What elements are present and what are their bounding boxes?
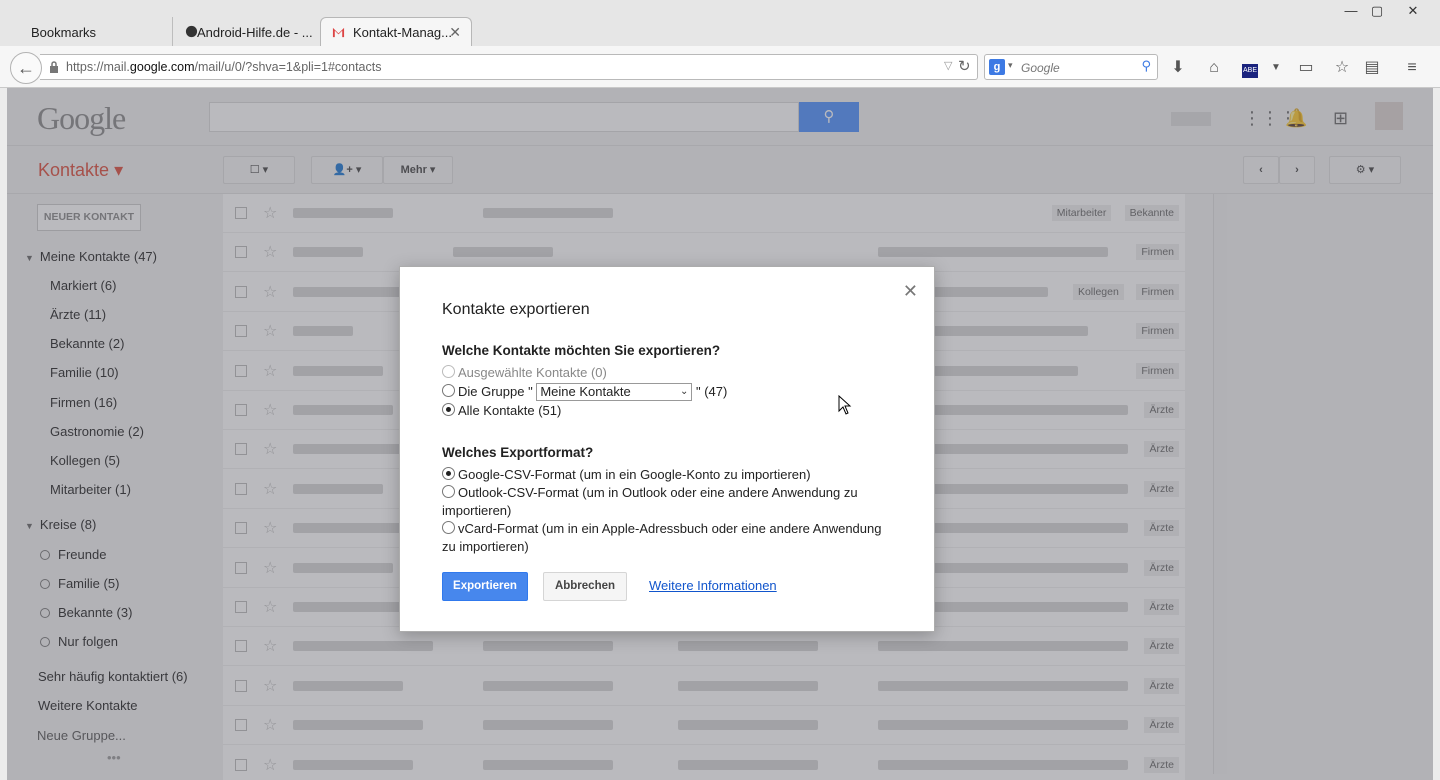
url-bar[interactable]: https://mail.google.com/mail/u/0/?shva=1… (40, 54, 978, 80)
cancel-button[interactable]: Abbrechen (543, 572, 627, 601)
group-select[interactable]: Meine Kontakte ⌄ (536, 383, 693, 401)
window-close-icon[interactable]: ✕ (1402, 3, 1424, 21)
google-search-engine-icon[interactable]: g (989, 59, 1005, 75)
tab-bookmarks[interactable]: Bookmarks (6, 17, 174, 47)
question-which-contacts: Welche Kontakte möchten Sie exportieren? (442, 343, 721, 358)
mouse-cursor-icon (838, 395, 852, 415)
search-placeholder: Google (1021, 61, 1060, 75)
gmail-icon (332, 27, 345, 38)
maximize-icon[interactable]: ▢ (1366, 3, 1388, 21)
search-icon[interactable]: ⚲ (1141, 58, 1151, 74)
radio-google-csv[interactable] (442, 467, 455, 480)
chat-icon[interactable]: ▭ (1296, 58, 1316, 78)
home-icon[interactable]: ⌂ (1204, 58, 1224, 78)
more-info-link[interactable]: Weitere Informationen (649, 578, 777, 593)
export-contacts-dialog: ✕ Kontakte exportieren Welche Kontakte m… (399, 266, 935, 632)
chevron-down-icon[interactable]: ▾ (1008, 60, 1013, 71)
browser-titlebar: Bookmarks Android-Hilfe.de - ... Kontakt… (0, 0, 1440, 47)
tab-kontakt-manager[interactable]: Kontakt-Manag... ✕ (320, 17, 472, 47)
option-selected-contacts: Ausgewählte Kontakte (0) (442, 364, 607, 382)
option-vcard: vCard-Format (um in ein Apple-Adressbuch… (442, 521, 882, 554)
option-group: Die Gruppe " Meine Kontakte ⌄ " (47) (442, 383, 727, 401)
browser-navbar: https://mail.google.com/mail/u/0/?shva=1… (0, 46, 1440, 88)
close-icon[interactable]: ✕ (903, 281, 918, 302)
reader-icon[interactable]: ▤ (1362, 58, 1382, 78)
dialog-title: Kontakte exportieren (442, 301, 590, 318)
option-outlook-csv: Outlook-CSV-Format (um in Outlook oder e… (442, 485, 858, 518)
radio-all-contacts[interactable] (442, 403, 455, 416)
chevron-down-icon: ⌄ (679, 386, 689, 397)
tab-label: Kontakt-Manag... (353, 25, 452, 40)
back-button[interactable]: ← (10, 52, 42, 84)
option-google-csv: Google-CSV-Format (um in ein Google-Kont… (442, 466, 811, 484)
tab-label: Android-Hilfe.de - ... (197, 24, 313, 40)
radio-group[interactable] (442, 384, 455, 397)
android-icon (185, 25, 198, 38)
option-all-contacts: Alle Kontakte (51) (442, 402, 561, 420)
browser-search-field[interactable]: g ▾ Google ⚲ (984, 54, 1158, 80)
export-button[interactable]: Exportieren (442, 572, 528, 601)
download-icon[interactable]: ⬇ (1168, 58, 1188, 78)
minimize-icon[interactable]: — (1340, 3, 1362, 21)
url-text: https://mail.google.com/mail/u/0/?shva=1… (66, 60, 382, 74)
tab-label: Bookmarks (31, 24, 97, 40)
chevron-down-icon[interactable]: ▼ (1266, 58, 1286, 78)
abp-icon[interactable]: ABE (1240, 58, 1260, 78)
radio-selected-contacts (442, 365, 455, 378)
radio-outlook-csv[interactable] (442, 485, 455, 498)
lock-icon (50, 61, 58, 73)
menu-icon[interactable]: ≡ (1402, 58, 1422, 78)
reload-icon[interactable]: ↻ (958, 57, 971, 75)
dropdown-history-icon[interactable]: ▽ (944, 59, 952, 72)
bookmark-star-icon[interactable]: ☆ (1332, 58, 1352, 78)
question-export-format: Welches Exportformat? (442, 445, 594, 460)
close-tab-icon[interactable]: ✕ (449, 24, 461, 41)
radio-vcard[interactable] (442, 521, 455, 534)
tab-android-hilfe[interactable]: Android-Hilfe.de - ... (172, 17, 324, 47)
